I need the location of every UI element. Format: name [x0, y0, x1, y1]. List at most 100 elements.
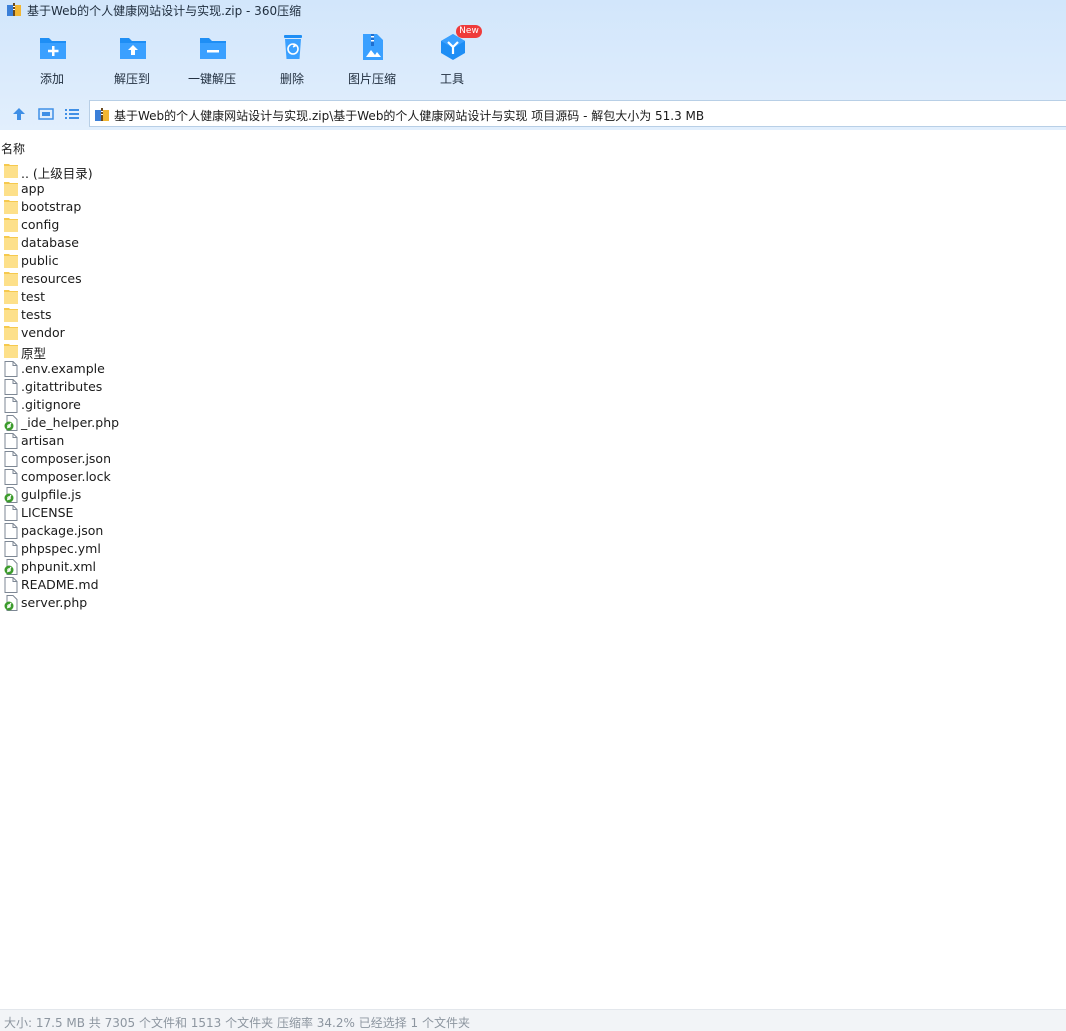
folder-row[interactable]: resources — [0, 270, 300, 288]
file-icon — [4, 361, 18, 377]
one-click-extract-icon — [200, 38, 226, 59]
image-compress-icon — [363, 34, 383, 60]
file-name: database — [21, 235, 79, 250]
file-icon — [4, 469, 18, 485]
tools-button[interactable]: New 工具 — [412, 25, 492, 90]
file-row[interactable]: LICENSE — [0, 504, 300, 522]
script-file-icon — [4, 595, 18, 611]
folder-row[interactable]: database — [0, 234, 300, 252]
file-row[interactable]: README.md — [0, 576, 300, 594]
folder-row[interactable]: test — [0, 288, 300, 306]
archive-icon — [7, 3, 21, 16]
top-panel: 基于Web的个人健康网站设计与实现.zip - 360压缩 添加 解压到 一键解… — [0, 0, 1066, 130]
file-icon — [4, 505, 18, 521]
folder-icon — [4, 290, 18, 304]
file-name: resources — [21, 271, 82, 286]
file-row[interactable]: phpspec.yml — [0, 540, 300, 558]
folder-icon — [4, 308, 18, 322]
extract-to-icon — [120, 38, 146, 59]
delete-icon — [284, 35, 302, 59]
file-row[interactable]: phpunit.xml — [0, 558, 300, 576]
folder-icon — [4, 272, 18, 286]
tools-label: 工具 — [439, 72, 464, 86]
file-row[interactable]: composer.lock — [0, 468, 300, 486]
file-icon — [4, 523, 18, 539]
folder-icon — [4, 218, 18, 232]
folder-row[interactable]: 原型 — [0, 342, 300, 361]
file-name: composer.json — [21, 451, 112, 466]
add-icon — [40, 38, 66, 59]
file-row[interactable]: artisan — [0, 432, 300, 450]
delete-button[interactable]: 删除 — [252, 28, 332, 90]
folder-icon — [4, 200, 18, 214]
column-name-header[interactable]: 名称 — [1, 140, 25, 157]
file-icon — [4, 451, 18, 467]
thumbnail-view-icon[interactable] — [38, 106, 54, 122]
image-compress-label: 图片压缩 — [347, 72, 396, 86]
file-icon — [4, 397, 18, 413]
file-name: test — [21, 289, 46, 304]
toolbar: 添加 解压到 一键解压 删除 图片压缩 New 工具 — [0, 25, 1066, 90]
address-text: 基于Web的个人健康网站设计与实现.zip\基于Web的个人健康网站设计与实现 … — [114, 109, 705, 123]
file-row[interactable]: composer.json — [0, 450, 300, 468]
folder-row[interactable]: config — [0, 216, 300, 234]
folder-icon — [4, 326, 18, 340]
script-file-icon — [4, 559, 18, 575]
file-name: gulpfile.js — [21, 487, 82, 502]
folder-row[interactable]: bootstrap — [0, 198, 300, 216]
address-bar[interactable]: 基于Web的个人健康网站设计与实现.zip\基于Web的个人健康网站设计与实现 … — [89, 100, 1066, 127]
file-row[interactable]: .gitignore — [0, 396, 300, 414]
add-button[interactable]: 添加 — [12, 28, 92, 90]
add-label: 添加 — [39, 72, 64, 86]
file-name: app — [21, 181, 45, 196]
navigation-bar: 基于Web的个人健康网站设计与实现.zip\基于Web的个人健康网站设计与实现 … — [0, 100, 1066, 128]
column-header[interactable]: 名称 — [0, 140, 1066, 156]
script-file-icon — [4, 415, 18, 431]
file-name: bootstrap — [21, 199, 82, 214]
list-view-icon[interactable] — [64, 106, 80, 122]
delete-label: 删除 — [279, 72, 304, 86]
file-name: README.md — [21, 577, 99, 592]
folder-row[interactable]: vendor — [0, 324, 300, 342]
new-badge: New — [456, 25, 482, 38]
file-row[interactable]: _ide_helper.php — [0, 414, 300, 432]
file-name: artisan — [21, 433, 65, 448]
file-name: phpunit.xml — [21, 559, 97, 574]
file-name: phpspec.yml — [21, 541, 101, 556]
status-bar: 大小: 17.5 MB 共 7305 个文件和 1513 个文件夹 压缩率 34… — [0, 1009, 1066, 1031]
window-title: 基于Web的个人健康网站设计与实现.zip - 360压缩 — [27, 4, 302, 18]
file-row[interactable]: server.php — [0, 594, 300, 612]
folder-icon — [4, 254, 18, 268]
extract-to-label: 解压到 — [113, 72, 150, 86]
file-row[interactable]: package.json — [0, 522, 300, 540]
file-row[interactable]: .env.example — [0, 360, 300, 378]
file-name: config — [21, 217, 60, 232]
file-icon — [4, 433, 18, 449]
archive-icon — [95, 108, 109, 121]
file-list: .. (上级目录) app bootstrap config database publi… — [0, 162, 300, 612]
status-text: 大小: 17.5 MB 共 7305 个文件和 1513 个文件夹 压缩率 34… — [4, 1016, 470, 1030]
file-name: vendor — [21, 325, 65, 340]
file-name: .env.example — [21, 361, 105, 376]
file-name: tests — [21, 307, 52, 322]
script-file-icon — [4, 487, 18, 503]
file-name: _ide_helper.php — [21, 415, 120, 430]
folder-row[interactable]: .. (上级目录) — [0, 162, 300, 181]
folder-row[interactable]: public — [0, 252, 300, 270]
folder-icon — [4, 236, 18, 250]
one-click-extract-label: 一键解压 — [187, 72, 236, 86]
folder-icon — [4, 182, 18, 196]
folder-row[interactable]: tests — [0, 306, 300, 324]
one-click-extract-button[interactable]: 一键解压 — [172, 28, 252, 90]
extract-to-button[interactable]: 解压到 — [92, 28, 172, 90]
file-row[interactable]: gulpfile.js — [0, 486, 300, 504]
folder-row[interactable]: app — [0, 180, 300, 198]
folder-icon — [4, 344, 18, 358]
file-name: .gitignore — [21, 397, 81, 412]
title-bar: 基于Web的个人健康网站设计与实现.zip - 360压缩 — [0, 0, 1066, 20]
file-row[interactable]: .gitattributes — [0, 378, 300, 396]
arrow-up-icon[interactable] — [11, 106, 27, 122]
folder-icon — [4, 164, 18, 178]
image-compress-button[interactable]: 图片压缩 — [332, 28, 412, 90]
file-name: public — [21, 253, 59, 268]
